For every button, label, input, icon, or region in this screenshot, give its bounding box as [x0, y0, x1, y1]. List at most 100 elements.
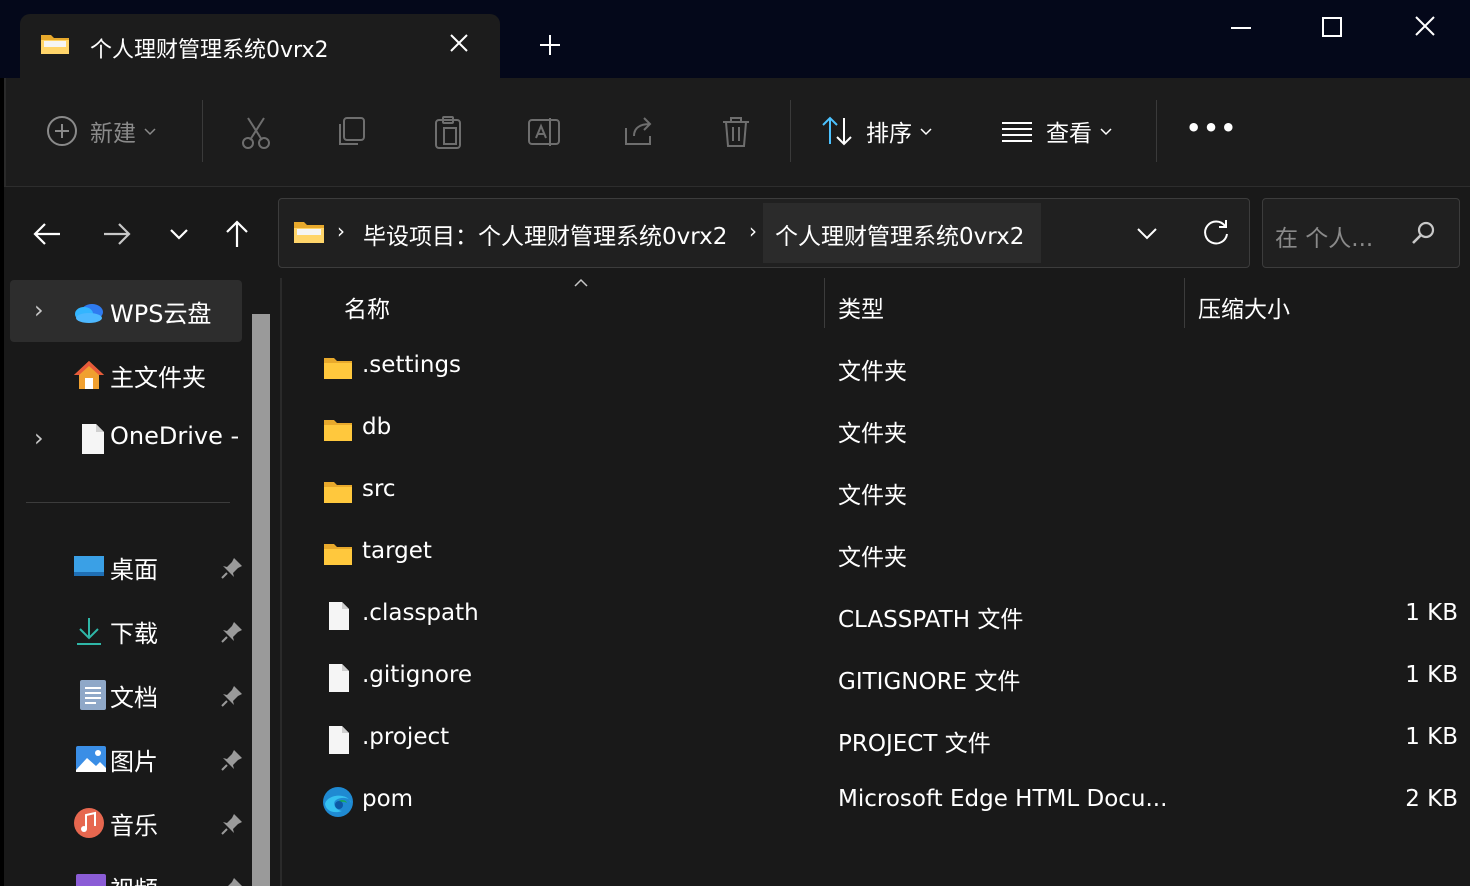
file-size: 1 KB	[1405, 600, 1458, 626]
navigation-pane: › WPS云盘 主文件夹 › OneDrive - 桌面 下载 文档 图片 音乐	[4, 278, 280, 886]
more-options-button[interactable]: •••	[1186, 114, 1238, 142]
file-name: .project	[362, 724, 450, 750]
rename-icon[interactable]	[526, 114, 562, 150]
column-header-type[interactable]: 类型	[838, 290, 884, 324]
recent-locations-icon[interactable]	[162, 217, 196, 251]
table-row[interactable]: src 文件夹	[282, 462, 1470, 524]
folder-icon	[41, 35, 69, 54]
sidebar-item-music[interactable]: 音乐	[10, 792, 242, 854]
breadcrumb-parent[interactable]: 毕设项目：个人理财管理系统0vrx2	[363, 217, 727, 251]
sort-label: 排序	[866, 121, 912, 147]
up-arrow-icon[interactable]	[220, 217, 254, 251]
table-row[interactable]: pom Microsoft Edge HTML Docu... 2 KB	[282, 772, 1470, 834]
maximize-icon[interactable]	[1307, 8, 1357, 48]
address-bar[interactable]: › 毕设项目：个人理财管理系统0vrx2 › 个人理财管理系统0vrx2	[278, 198, 1250, 268]
column-divider[interactable]	[1184, 278, 1185, 328]
pin-icon[interactable]	[220, 876, 244, 886]
toolbar-divider	[790, 100, 791, 162]
pin-icon[interactable]	[220, 684, 244, 708]
cut-icon[interactable]	[238, 114, 274, 150]
new-label: 新建	[90, 121, 136, 147]
refresh-icon[interactable]	[1201, 217, 1231, 247]
close-tab-icon[interactable]	[444, 28, 474, 58]
chevron-right-icon[interactable]: ›	[34, 426, 54, 450]
sidebar-item-downloads[interactable]: 下载	[10, 600, 242, 662]
column-header-size[interactable]: 压缩大小	[1198, 290, 1290, 324]
sidebar-item-label: 主文件夹	[110, 364, 206, 392]
file-name: src	[362, 476, 396, 502]
sidebar-item-label: 图片	[110, 748, 158, 776]
documents-icon	[80, 680, 106, 710]
table-row[interactable]: db 文件夹	[282, 400, 1470, 462]
new-tab-icon[interactable]	[535, 30, 565, 60]
minimize-icon[interactable]	[1216, 8, 1266, 48]
file-icon	[322, 724, 354, 756]
sidebar-item-label: 文档	[110, 684, 158, 712]
file-type: GITIGNORE 文件	[838, 669, 1021, 695]
forward-arrow-icon[interactable]	[100, 217, 134, 251]
close-window-icon[interactable]	[1400, 8, 1450, 48]
new-button[interactable]: 新建	[46, 114, 158, 148]
file-type: 文件夹	[838, 483, 907, 509]
sidebar-item-documents[interactable]: 文档	[10, 664, 242, 726]
toolbar-divider	[1156, 100, 1157, 162]
table-row[interactable]: .project PROJECT 文件 1 KB	[282, 710, 1470, 772]
folder-icon	[322, 538, 354, 570]
table-row[interactable]: .classpath CLASSPATH 文件 1 KB	[282, 586, 1470, 648]
back-arrow-icon[interactable]	[30, 217, 64, 251]
sidebar-item-wps-cloud[interactable]: › WPS云盘	[10, 280, 242, 342]
pictures-icon	[76, 746, 106, 772]
toolbar-divider	[202, 100, 203, 162]
sidebar-item-home[interactable]: 主文件夹	[10, 344, 242, 406]
file-name: pom	[362, 786, 414, 812]
sidebar-scrollbar-thumb[interactable]	[252, 314, 270, 886]
folder-icon	[322, 476, 354, 508]
file-name: .gitignore	[362, 662, 473, 688]
delete-icon[interactable]	[718, 114, 754, 150]
sidebar-item-desktop[interactable]: 桌面	[10, 536, 242, 598]
file-type: Microsoft Edge HTML Docu...	[838, 786, 1168, 812]
file-icon	[322, 600, 354, 632]
pin-icon[interactable]	[220, 556, 244, 580]
file-name: target	[362, 538, 432, 564]
music-icon	[74, 808, 104, 838]
command-bar: 新建 排序 查看 •••	[4, 78, 1470, 186]
pin-icon[interactable]	[220, 748, 244, 772]
column-header-name[interactable]: 名称	[344, 290, 390, 324]
sidebar-item-label: 视频	[110, 870, 158, 886]
sidebar-item-label: WPS云盘	[110, 300, 212, 328]
edge-icon	[322, 786, 354, 818]
sidebar-item-label: OneDrive -	[110, 422, 240, 450]
sidebar-item-label: 桌面	[110, 556, 158, 584]
home-icon	[74, 361, 104, 389]
copy-icon[interactable]	[334, 114, 370, 150]
tab-title: 个人理财管理系统0vrx2	[90, 38, 329, 63]
sidebar-item-videos[interactable]: 视频	[10, 856, 242, 886]
pin-icon[interactable]	[220, 812, 244, 836]
search-icon[interactable]	[1409, 219, 1437, 247]
paste-icon[interactable]	[430, 114, 466, 150]
chevron-down-icon	[144, 128, 156, 136]
column-divider[interactable]	[824, 278, 825, 328]
table-row[interactable]: .gitignore GITIGNORE 文件 1 KB	[282, 648, 1470, 710]
chevron-down-icon	[920, 128, 932, 136]
download-icon	[77, 618, 101, 645]
chevron-right-icon[interactable]: ›	[34, 298, 54, 322]
sort-button[interactable]: 排序	[820, 114, 934, 148]
sidebar-item-onedrive[interactable]: › OneDrive -	[10, 408, 242, 470]
chevron-down-icon[interactable]	[1133, 219, 1161, 247]
view-label: 查看	[1046, 121, 1092, 147]
share-icon[interactable]	[622, 114, 658, 150]
chevron-down-icon	[1100, 128, 1112, 136]
table-row[interactable]: .settings 文件夹	[282, 338, 1470, 400]
tab-active[interactable]: 个人理财管理系统0vrx2	[20, 14, 500, 78]
sort-icon	[822, 116, 852, 146]
search-input[interactable]: 在 个人...	[1262, 198, 1460, 268]
view-button[interactable]: 查看	[1000, 114, 1114, 148]
breadcrumb-current[interactable]: 个人理财管理系统0vrx2	[775, 217, 1024, 251]
sidebar-item-pictures[interactable]: 图片	[10, 728, 242, 790]
table-row[interactable]: target 文件夹	[282, 524, 1470, 586]
file-type: PROJECT 文件	[838, 731, 991, 757]
sort-ascending-icon	[574, 278, 588, 287]
pin-icon[interactable]	[220, 620, 244, 644]
